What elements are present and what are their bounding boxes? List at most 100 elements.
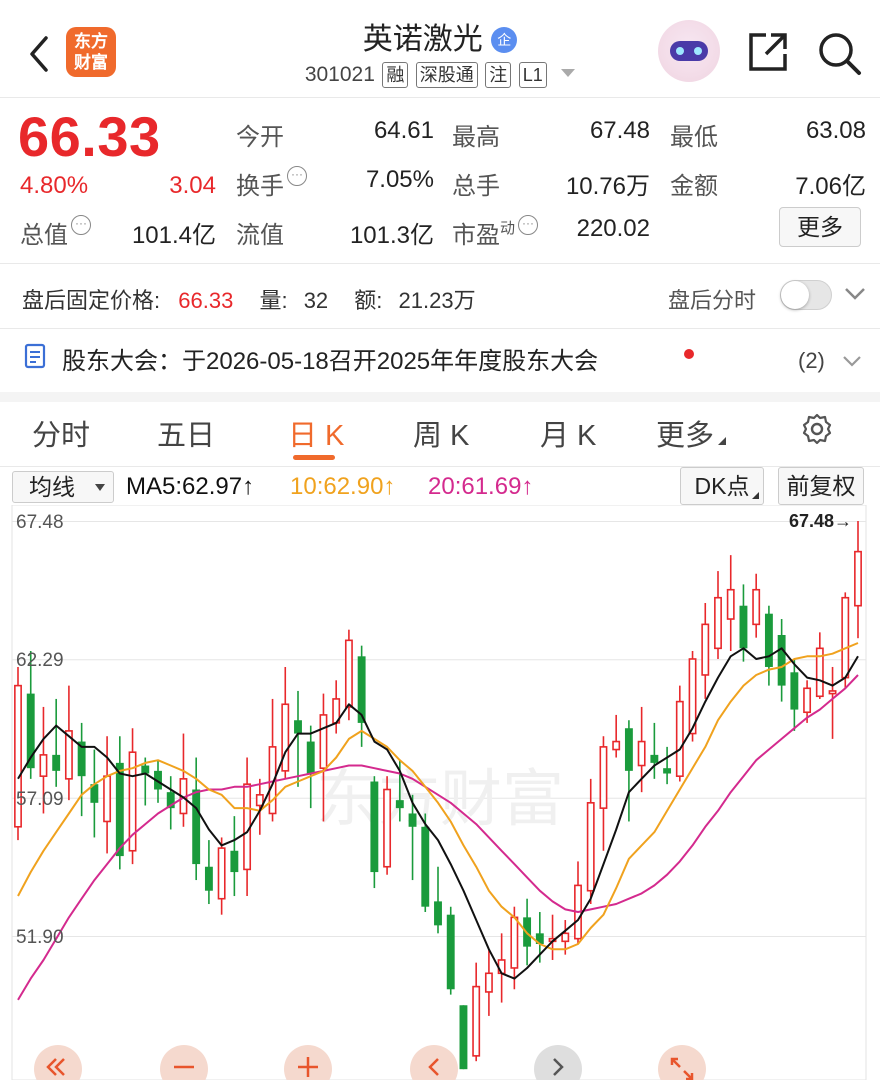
after-hours-toggle[interactable] bbox=[780, 280, 832, 310]
search-icon[interactable] bbox=[816, 30, 862, 76]
assistant-avatar[interactable] bbox=[658, 20, 720, 82]
high-value: 67.48 bbox=[589, 117, 650, 144]
chevron-left-icon bbox=[428, 1058, 439, 1076]
candle-body-down bbox=[790, 672, 799, 710]
tab-monthly-k[interactable]: 月 K bbox=[540, 412, 596, 454]
candle-body-up bbox=[726, 588, 735, 620]
share-icon[interactable] bbox=[746, 30, 790, 74]
candle-body-down bbox=[306, 741, 315, 774]
kline-chart[interactable]: 东方财富 67.48 62.29 57.09 51.90 67.48→ bbox=[0, 505, 880, 1080]
candle-body-up bbox=[714, 596, 722, 650]
scroll-left-fast-button[interactable] bbox=[34, 1045, 82, 1080]
ma-select[interactable]: 均线 bbox=[12, 471, 114, 503]
change-percent: 4.80% bbox=[20, 172, 89, 199]
settings-gear-icon[interactable] bbox=[800, 412, 834, 446]
low-label: 最低 bbox=[670, 124, 718, 151]
after-hours-row: 盘后固定价格: 66.33 量: 32 额: 21.23万 bbox=[22, 283, 476, 315]
candle-body-down bbox=[192, 789, 201, 865]
section-gap bbox=[0, 392, 880, 402]
corner-triangle-icon bbox=[718, 437, 727, 445]
notice-doc-icon bbox=[24, 343, 48, 369]
stock-name: 英诺激光 bbox=[362, 23, 483, 56]
candle-body-up bbox=[599, 746, 608, 809]
info-icon[interactable]: ··· bbox=[287, 166, 307, 186]
notice-text[interactable]: 股东大会：于2026-05-18召开2025年年度股东大会 bbox=[62, 341, 598, 376]
candle-body-up bbox=[39, 754, 48, 777]
turnover-label: 换手 ··· bbox=[236, 166, 307, 201]
chevron-right-icon bbox=[553, 1058, 564, 1076]
chevron-down-icon[interactable] bbox=[842, 354, 862, 368]
zoom-out-button[interactable] bbox=[160, 1045, 208, 1080]
forward-adjust-button[interactable]: 前复权 bbox=[778, 467, 864, 505]
amount-label: 金额 bbox=[670, 173, 718, 200]
ma5-readout: MA5:62.97↑ bbox=[126, 473, 255, 500]
candle-body-up bbox=[803, 687, 812, 714]
candle-body-up bbox=[383, 788, 392, 868]
candle-body-up bbox=[484, 972, 493, 993]
more-quote-button[interactable]: 更多 bbox=[779, 207, 861, 247]
candle-body-down bbox=[459, 1005, 468, 1070]
after-hours-price: 66.33 bbox=[178, 288, 234, 313]
turnover-value: 7.05% bbox=[365, 166, 434, 193]
chevron-down-icon[interactable] bbox=[844, 286, 866, 302]
tag-level1: L1 bbox=[518, 62, 547, 88]
candle-body-down bbox=[446, 914, 455, 990]
volume-label: 总手 bbox=[452, 173, 500, 200]
after-hours-amt-label: 额: bbox=[354, 288, 383, 313]
float-value-label: 流值 bbox=[236, 222, 284, 249]
open-value: 64.61 bbox=[373, 117, 434, 144]
notice-count[interactable]: (2) bbox=[798, 348, 825, 374]
low-value: 63.08 bbox=[805, 117, 866, 144]
caret-down-icon[interactable] bbox=[561, 69, 576, 77]
fullscreen-button[interactable] bbox=[658, 1045, 706, 1080]
tab-daily-k[interactable]: 日 K bbox=[288, 412, 344, 454]
after-hours-toggle-label: 盘后分时 bbox=[668, 288, 757, 313]
minus-icon bbox=[174, 1065, 194, 1069]
dk-point-button[interactable]: DK点 bbox=[680, 467, 764, 505]
candle-body-up bbox=[828, 690, 837, 695]
stock-code: 301021 bbox=[304, 63, 375, 86]
candle-body-up bbox=[675, 700, 684, 777]
candle-body-up bbox=[637, 740, 646, 767]
amount-value: 7.06亿 bbox=[795, 173, 866, 200]
candle-body-down bbox=[230, 850, 239, 873]
plus-icon bbox=[298, 1057, 318, 1077]
float-value: 101.3亿 bbox=[349, 222, 434, 249]
open-label: 今开 bbox=[236, 124, 284, 151]
y-axis-label: 51.90 bbox=[16, 927, 64, 948]
enterprise-badge: 企 bbox=[491, 27, 518, 53]
candle-body-down bbox=[739, 605, 748, 649]
tab-five-day[interactable]: 五日 bbox=[157, 412, 215, 454]
tag-connect: 深股通 bbox=[415, 62, 478, 88]
tab-weekly-k[interactable]: 周 K bbox=[413, 412, 469, 454]
candle-body-down bbox=[395, 800, 404, 809]
y-axis-label: 57.09 bbox=[16, 789, 64, 810]
after-hours-label: 盘后固定价格: bbox=[22, 288, 161, 313]
double-chevron-left-icon bbox=[46, 1058, 65, 1076]
candle-body-down bbox=[434, 901, 442, 926]
scroll-right-button[interactable] bbox=[534, 1045, 582, 1080]
candle-body-up bbox=[854, 550, 862, 607]
candle-body-down bbox=[294, 720, 302, 734]
scroll-left-button[interactable] bbox=[410, 1045, 458, 1080]
pe-value: 220.02 bbox=[576, 215, 650, 242]
candle-body-down bbox=[115, 762, 124, 857]
info-icon[interactable]: ··· bbox=[518, 215, 539, 235]
tag-registered: 注 bbox=[485, 62, 512, 88]
tab-intraday[interactable]: 分时 bbox=[32, 412, 90, 454]
y-axis-label: 62.29 bbox=[16, 650, 64, 671]
tab-more[interactable]: 更多 bbox=[656, 412, 727, 454]
candle-body-down bbox=[141, 765, 150, 774]
zoom-in-button[interactable] bbox=[284, 1045, 332, 1080]
y-axis-label: 67.48 bbox=[16, 512, 64, 533]
info-icon[interactable]: ··· bbox=[71, 215, 91, 235]
candle-body-down bbox=[52, 754, 61, 771]
candle-body-up bbox=[841, 596, 850, 679]
ma10-readout: 10:62.90↑ bbox=[290, 473, 396, 500]
candle-body-up bbox=[586, 802, 595, 892]
total-value: 101.4亿 bbox=[131, 222, 216, 249]
pe-dynamic-sup: 动 bbox=[500, 220, 516, 237]
quote-divider bbox=[0, 263, 880, 264]
candle-body-down bbox=[663, 768, 672, 774]
candle-body-down bbox=[421, 826, 430, 907]
